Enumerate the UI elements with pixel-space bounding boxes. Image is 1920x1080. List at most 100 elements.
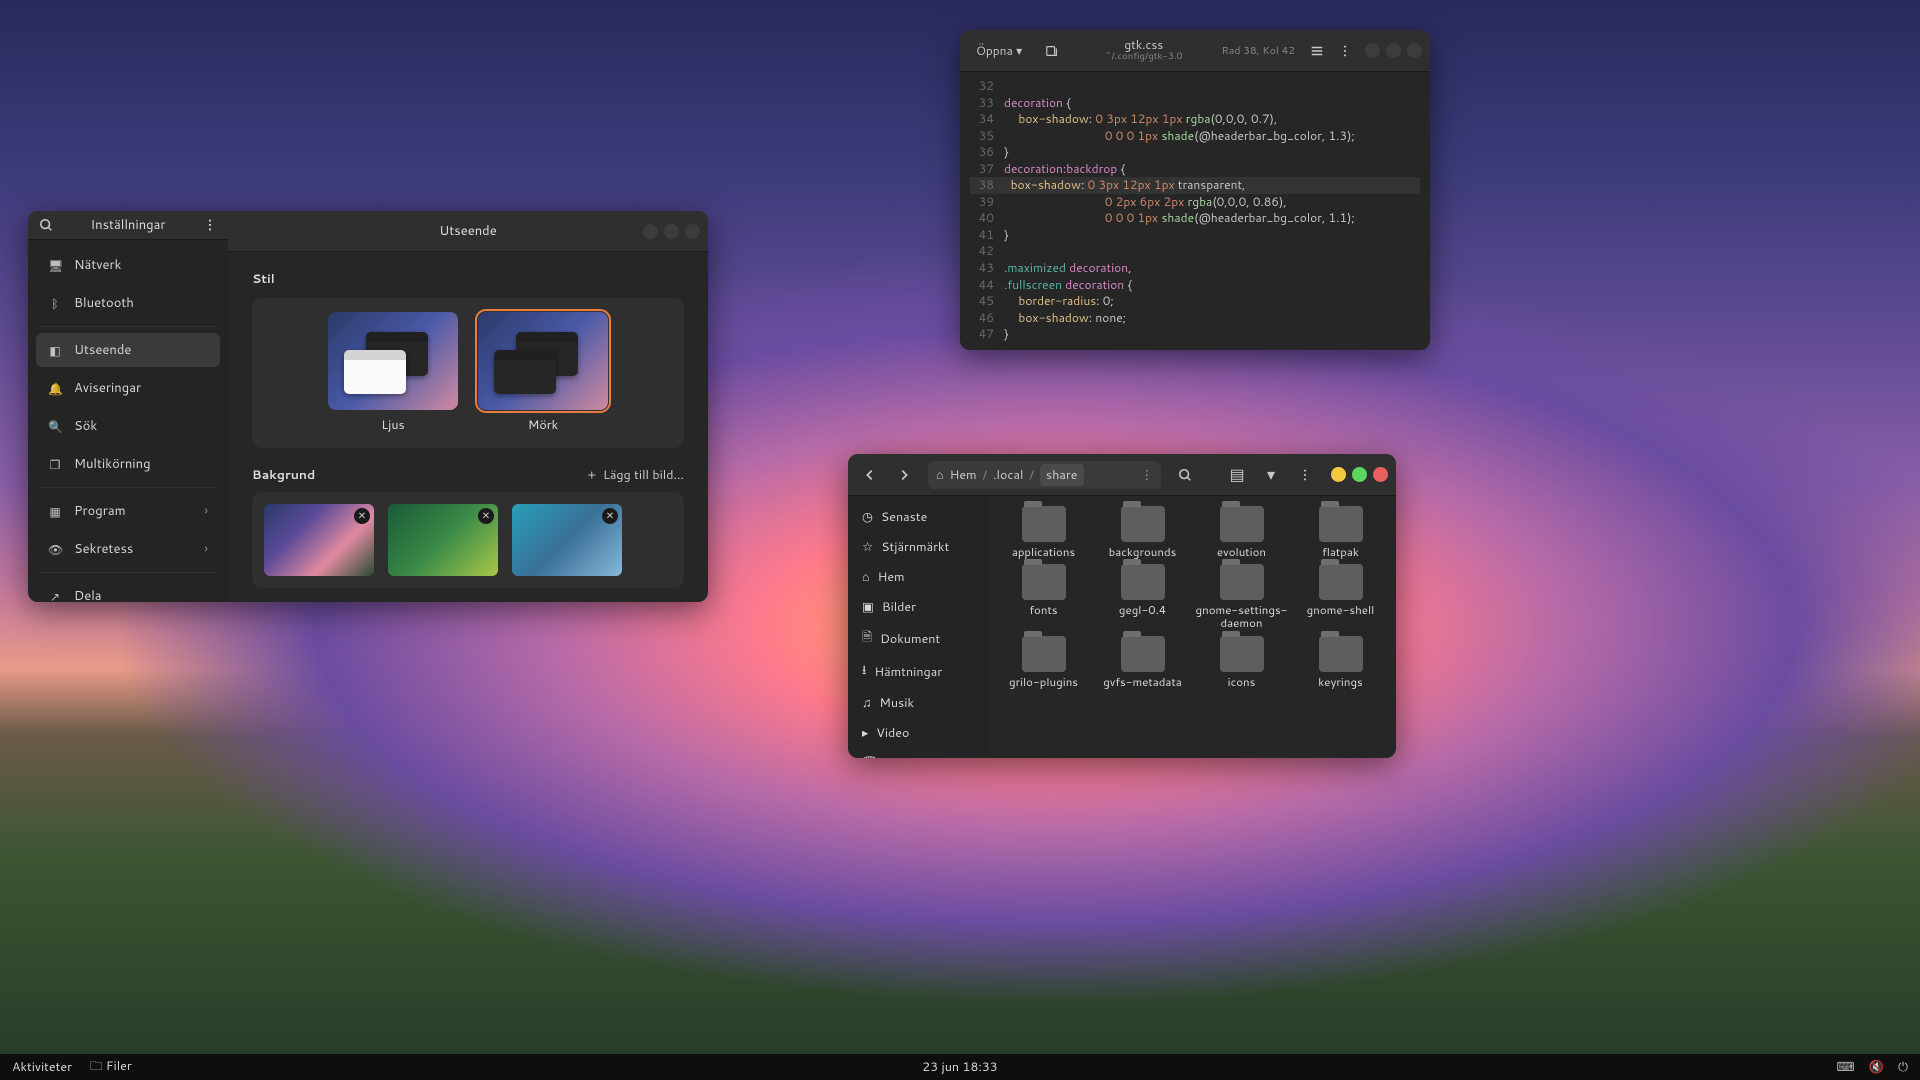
style-heading: Stil [252,270,684,288]
editor-content[interactable]: 32 33decoration { 34 box-shadow: 0 3px 1… [960,72,1430,349]
folder-item[interactable]: backgrounds [1093,506,1192,558]
settings-page-title: Utseende [439,222,496,240]
place-downloads[interactable]: ⭳Hämtningar [848,655,988,688]
sidebar-item-search[interactable]: 🔍Sök [36,409,220,443]
editor-status: Rad 38, Kol 42 [1221,44,1295,58]
minimize-button[interactable] [1331,467,1346,482]
power-icon[interactable]: ⏻ [1898,1058,1908,1076]
folder-item[interactable]: flatpak [1291,506,1390,558]
folder-icon [1022,506,1066,542]
path-bar[interactable]: ⌂ Hem/ .local/ share ⋮ [928,461,1161,489]
sidebar-item-appearance[interactable]: ◧Utseende [36,333,220,367]
folder-icon [1121,564,1165,600]
place-video[interactable]: ▸Video [848,718,988,748]
view-icon-grid[interactable]: ▤ [1223,461,1251,489]
sidebar-item-bluetooth[interactable]: ᛒBluetooth [36,286,220,320]
chevron-right-icon: › [204,502,208,520]
menu-icon[interactable] [1331,37,1359,65]
search-icon: 🔍 [48,418,62,435]
folder-icon [1121,636,1165,672]
appearance-icon: ◧ [48,342,62,359]
folder-item[interactable]: gnome-settings-daemon [1192,564,1291,629]
maximize-button[interactable] [1352,467,1367,482]
remove-background-icon[interactable]: ✕ [354,508,370,524]
background-thumb[interactable]: ✕ [264,504,374,576]
minimize-button[interactable] [1365,43,1380,58]
place-music[interactable]: ♫Musik [848,688,988,718]
place-pictures[interactable]: ▣Bilder [848,592,988,622]
folder-icon [1220,506,1264,542]
style-option-light[interactable]: Ljus [328,312,458,434]
sidebar-icon[interactable] [1303,37,1331,65]
files-iconview[interactable]: applications backgrounds evolution flatp… [988,496,1396,758]
place-trash[interactable]: 🗑Papperskorg [848,748,988,758]
new-tab-icon[interactable] [1038,37,1066,65]
volume-icon[interactable]: 🔇 [1869,1058,1885,1076]
folder-icon [1022,564,1066,600]
files-window: ⌂ Hem/ .local/ share ⋮ ▤ ▾ ◷Senaste ☆Stj… [848,454,1396,758]
remove-background-icon[interactable]: ✕ [602,508,618,524]
place-home[interactable]: ⌂Hem [848,562,988,592]
sidebar-item-notifications[interactable]: 🔔Aviseringar [36,371,220,405]
minimize-button[interactable] [643,224,658,239]
place-recent[interactable]: ◷Senaste [848,502,988,532]
folder-icon [1319,506,1363,542]
forward-button[interactable] [890,461,918,489]
menu-icon[interactable] [1291,461,1319,489]
sidebar-item-share[interactable]: ↗Dela [36,579,220,602]
settings-sidebar-title: Inställningar [60,216,196,234]
maximize-button[interactable] [1386,43,1401,58]
folder-item[interactable]: fonts [994,564,1093,629]
style-option-dark[interactable]: Mörk [478,312,608,434]
sidebar-item-multitask[interactable]: ❐Multikörning [36,447,220,481]
home-icon: ⌂ [862,568,870,586]
close-button[interactable] [1407,43,1422,58]
folder-item[interactable]: keyrings [1291,636,1390,688]
settings-window: Inställningar 🖥Nätverk ᛒBluetooth ◧Utsee… [28,211,708,602]
view-dropdown-icon[interactable]: ▾ [1257,461,1285,489]
folder-item[interactable]: evolution [1192,506,1291,558]
maximize-button[interactable] [664,224,679,239]
doc-icon: 🗎 [862,628,872,649]
files-indicator[interactable]: 🗀 Filer [90,1057,132,1078]
back-button[interactable] [856,461,884,489]
path-menu-icon[interactable]: ⋮ [1141,466,1154,484]
menu-icon[interactable] [196,211,224,239]
background-thumb[interactable]: ✕ [512,504,622,576]
style-card: Ljus Mörk [252,298,684,448]
remove-background-icon[interactable]: ✕ [478,508,494,524]
close-button[interactable] [685,224,700,239]
clock[interactable]: 23 jun 18:33 [922,1058,997,1076]
search-icon[interactable] [32,211,60,239]
sidebar-item-network[interactable]: 🖥Nätverk [36,248,220,282]
activities-button[interactable]: Aktiviteter [12,1058,72,1076]
sidebar-item-privacy[interactable]: 👁Sekretess› [36,532,220,566]
folder-item[interactable]: applications [994,506,1093,558]
clock-icon: ◷ [862,508,873,526]
keyboard-icon[interactable]: ⌨ [1836,1058,1854,1076]
editor-subtitle: ~/.config/gtk-3.0 [1066,52,1221,63]
add-background-button[interactable]: + Lägg till bild… [588,466,684,484]
close-button[interactable] [1373,467,1388,482]
folder-icon [1121,506,1165,542]
video-icon: ▸ [862,724,868,742]
eye-icon: 👁 [48,541,62,558]
place-documents[interactable]: 🗎Dokument [848,622,988,655]
background-thumb[interactable]: ✕ [388,504,498,576]
place-starred[interactable]: ☆Stjärnmärkt [848,532,988,562]
open-button[interactable]: Öppna ▾ [968,37,1030,65]
folder-item[interactable]: gvfs-metadata [1093,636,1192,688]
sidebar-item-applications[interactable]: ▦Program› [36,494,220,528]
search-icon[interactable] [1171,461,1199,489]
folder-icon [1220,564,1264,600]
home-icon: ⌂ [936,466,944,484]
folder-item[interactable]: grilo-plugins [994,636,1093,688]
folder-item[interactable]: icons [1192,636,1291,688]
folder-icon [1319,564,1363,600]
trash-icon: 🗑 [862,754,878,758]
settings-sidebar: Inställningar 🖥Nätverk ᛒBluetooth ◧Utsee… [28,211,228,602]
star-icon: ☆ [862,538,873,556]
folder-item[interactable]: gnome-shell [1291,564,1390,629]
folder-icon: 🗀 [90,1057,103,1075]
folder-item[interactable]: gegl-0.4 [1093,564,1192,629]
